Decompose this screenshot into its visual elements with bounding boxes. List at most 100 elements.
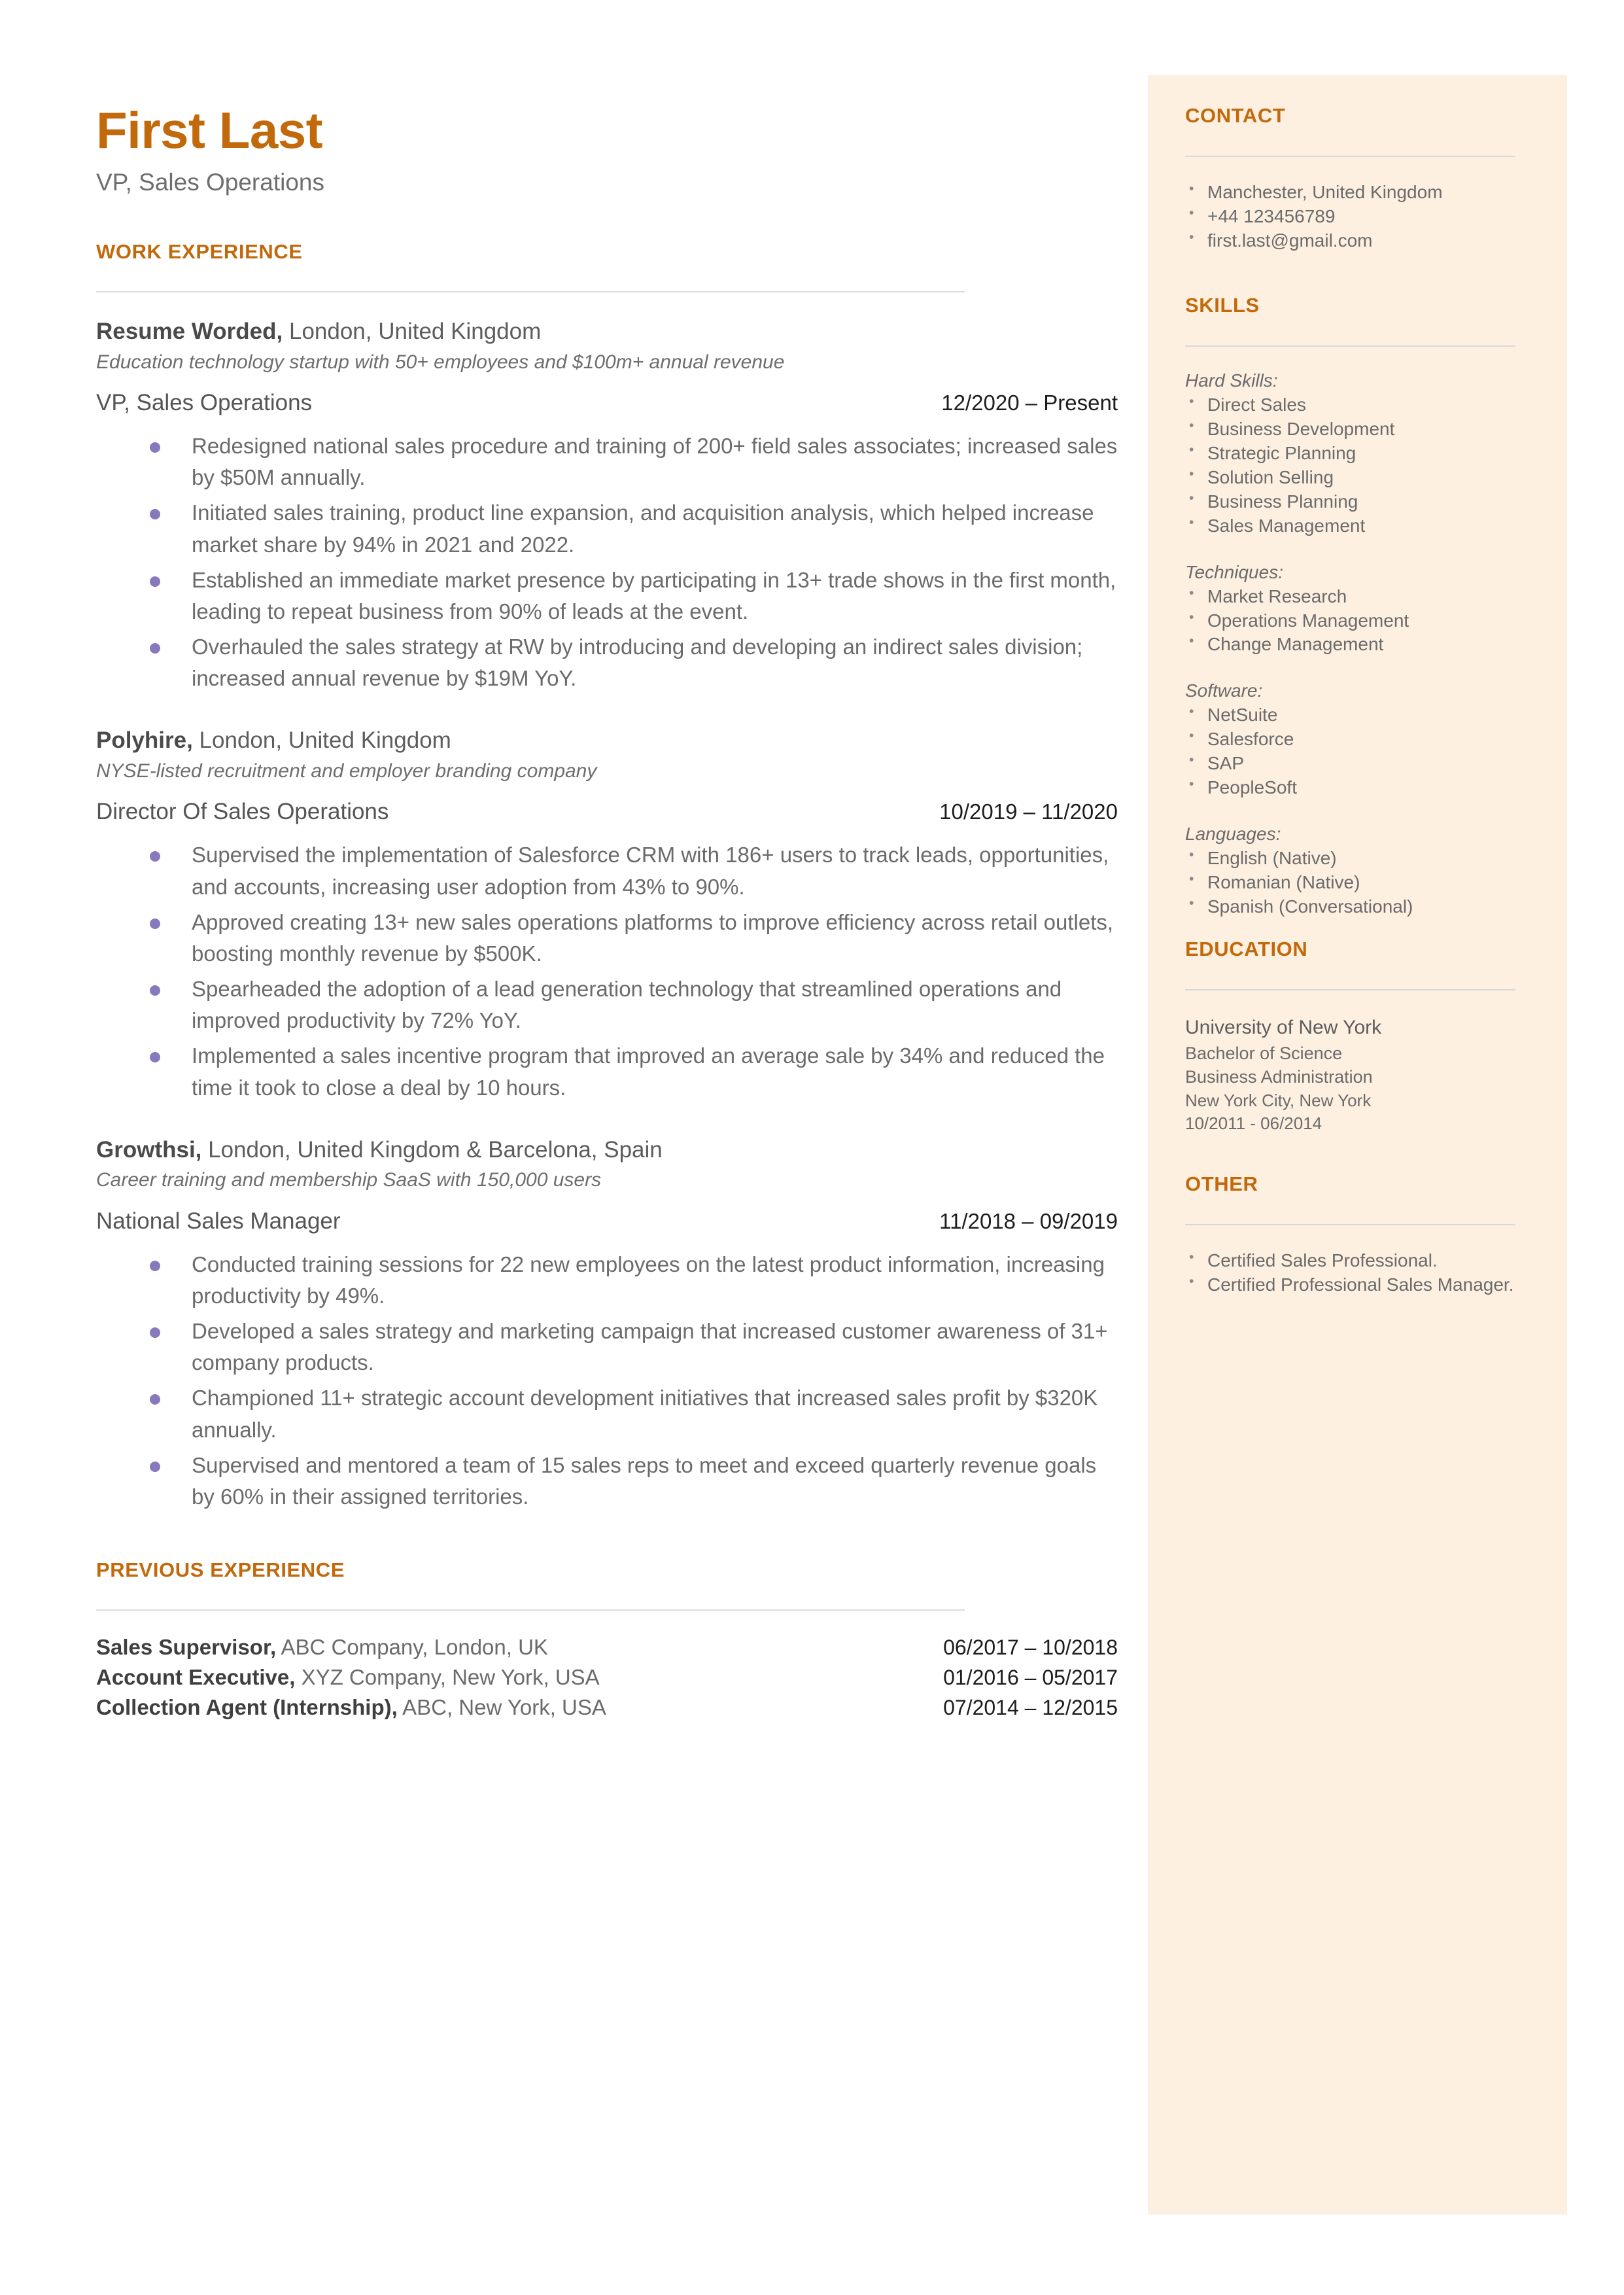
company-name: Growthsi, [96,1136,202,1163]
work-experience-divider [96,291,965,292]
company-description: Education technology startup with 50+ em… [96,351,785,373]
job-title-row: National Sales Manager 11/2018 – 09/2019 [96,1208,1118,1235]
list-item: Solution Selling [1185,465,1515,490]
skill-group-label: Hard Skills: [1185,370,1278,391]
previous-role: Collection Agent (Internship), ABC, New … [96,1695,606,1720]
job-title: National Sales Manager [96,1208,341,1234]
job-bullet-list: Supervised the implementation of Salesfo… [150,839,1120,1103]
previous-experience-divider [96,1609,965,1611]
list-item: NetSuite [1185,703,1515,727]
list-item: PeopleSoft [1185,775,1515,800]
company-description: Career training and membership SaaS with… [96,1169,602,1191]
company-line: Resume Worded, London, United Kingdom [96,317,1120,347]
previous-experience-heading: PREVIOUS EXPERIENCE [96,1558,345,1582]
skill-group-languages: Languages: English (Native) Romanian (Na… [1185,824,1515,919]
page-title: First Last [96,101,323,159]
previous-role-title: Account Executive, [96,1665,296,1690]
skills-heading: SKILLS [1185,293,1260,317]
job-dates: 12/2020 – Present [941,391,1118,415]
previous-role-detail: ABC, New York, USA [397,1695,606,1720]
list-item: Supervised and mentored a team of 15 sal… [150,1450,1118,1513]
company-line: Polyhire, London, United Kingdom [96,726,1120,756]
list-item: SAP [1185,751,1515,776]
skill-group-list: English (Native) Romanian (Native) Spani… [1185,846,1515,919]
sidebar-section-contact: CONTACT Manchester, United Kingdom +44 1… [1185,104,1515,253]
sidebar-content: CONTACT Manchester, United Kingdom +44 1… [1185,101,1515,1297]
company-location: London, United Kingdom [283,319,542,344]
education-heading: EDUCATION [1185,937,1308,961]
previous-role: Account Executive, XYZ Company, New York… [96,1665,600,1690]
education-location: New York City, New York [1185,1090,1372,1110]
contact-phone: +44 123456789 [1185,204,1515,229]
job-dates: 10/2019 – 11/2020 [939,799,1118,824]
previous-role-dates: 06/2017 – 10/2018 [943,1636,1118,1660]
contact-email[interactable]: first.last@gmail.com [1185,228,1515,253]
list-item: Implemented a sales incentive program th… [150,1040,1118,1103]
other-divider [1185,1223,1515,1225]
list-item: Championed 11+ strategic account develop… [150,1382,1118,1445]
job-dates: 11/2018 – 09/2019 [939,1208,1118,1233]
contact-list: Manchester, United Kingdom +44 123456789… [1185,180,1515,253]
previous-experience-list: Sales Supervisor, ABC Company, London, U… [96,1635,1120,1720]
list-item: Certified Sales Professional. [1185,1248,1515,1273]
contact-heading: CONTACT [1185,104,1286,127]
list-item: English (Native) [1185,846,1515,871]
list-item: Developed a sales strategy and marketing… [150,1316,1118,1378]
skill-group-label: Techniques: [1185,561,1283,582]
sidebar-section-other: OTHER Certified Sales Professional. Cert… [1185,1172,1515,1297]
sidebar-panel: CONTACT Manchester, United Kingdom +44 1… [1148,75,1567,2215]
company-name: Resume Worded, [96,319,283,344]
previous-role-detail: XYZ Company, New York, USA [295,1665,600,1690]
company-location: London, United Kingdom & Barcelona, Spai… [201,1136,663,1163]
work-experience-heading: WORK EXPERIENCE [96,240,303,263]
list-item: Market Research [1185,584,1515,609]
other-list: Certified Sales Professional. Certified … [1185,1248,1515,1297]
list-item: Overhauled the sales strategy at RW by i… [150,631,1118,694]
previous-role-title: Collection Agent (Internship), [96,1695,398,1720]
job-entry: Polyhire, London, United Kingdom NYSE-li… [96,726,1120,1103]
job-bullet-list: Conducted training sessions for 22 new e… [150,1249,1120,1513]
header-role: VP, Sales Operations [96,169,324,196]
list-item: Operations Management [1185,608,1515,633]
contact-location: Manchester, United Kingdom [1185,180,1515,205]
previous-role-title: Sales Supervisor, [96,1635,277,1660]
company-name: Polyhire, [96,727,193,754]
sidebar-section-education: EDUCATION University of New York Bachelo… [1185,937,1515,1136]
sidebar-section-skills: SKILLS Hard Skills: Direct Sales Busines… [1185,294,1515,919]
education-divider [1185,989,1515,991]
list-item: Certified Professional Sales Manager. [1185,1272,1515,1297]
list-item: Salesforce [1185,727,1515,752]
education-degree: Bachelor of Science [1185,1043,1343,1063]
list-item: Sales Management [1185,514,1515,538]
list-item: Conducted training sessions for 22 new e… [150,1249,1118,1312]
list-item: Direct Sales [1185,393,1515,417]
job-title: Director Of Sales Operations [96,799,389,825]
list-item: Romanian (Native) [1185,870,1515,895]
list-item: Supervised the implementation of Salesfo… [150,839,1118,902]
skill-group-list: Direct Sales Business Development Strate… [1185,393,1515,538]
job-entry: Growthsi, London, United Kingdom & Barce… [96,1135,1120,1513]
job-title-row: Director Of Sales Operations 10/2019 – 1… [96,799,1118,825]
previous-role-detail: ABC Company, London, UK [276,1635,548,1660]
list-item: Approved creating 13+ new sales operatio… [150,907,1118,970]
list-item: Strategic Planning [1185,441,1515,466]
list-item: Change Management [1185,632,1515,657]
previous-role-dates: 01/2016 – 05/2017 [943,1666,1118,1690]
list-item: Business Planning [1185,489,1515,514]
skills-divider [1185,345,1515,347]
job-entry: Resume Worded, London, United Kingdom Ed… [96,317,1120,694]
skill-group-label: Software: [1185,680,1263,701]
education-school: University of New York [1185,1017,1382,1039]
previous-role: Sales Supervisor, ABC Company, London, U… [96,1635,548,1660]
skill-group-list: Market Research Operations Management Ch… [1185,584,1515,657]
company-location: London, United Kingdom [192,727,451,754]
company-description: NYSE-listed recruitment and employer bra… [96,760,597,782]
list-item: Redesigned national sales procedure and … [150,430,1118,493]
list-item: Spanish (Conversational) [1185,894,1515,919]
list-item: Spearheaded the adoption of a lead gener… [150,973,1118,1036]
list-item: Business Development [1185,417,1515,442]
contact-divider [1185,156,1515,157]
table-row: Sales Supervisor, ABC Company, London, U… [96,1635,1118,1660]
education-field: Business Administration [1185,1067,1373,1087]
skill-group-software: Software: NetSuite Salesforce SAP People… [1185,680,1515,800]
